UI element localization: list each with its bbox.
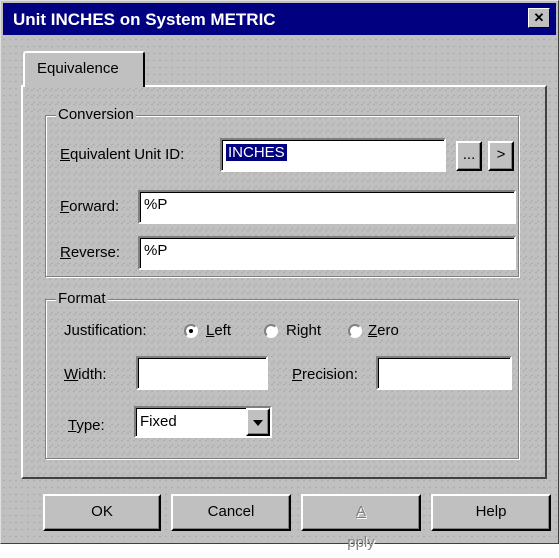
browse-button[interactable]: ... xyxy=(456,141,482,171)
radio-right-indicator xyxy=(264,324,278,338)
radio-left-indicator xyxy=(184,324,198,338)
format-group: Format Justification: Left Right Zero Wi… xyxy=(45,290,519,459)
help-button[interactable]: Help xyxy=(431,494,551,531)
radio-left-label: Left xyxy=(206,322,232,339)
equivalent-unit-field[interactable]: INCHES xyxy=(220,138,446,172)
radio-right[interactable]: Right xyxy=(264,322,348,342)
equivalent-unit-label: Equivalent Unit ID: xyxy=(60,146,185,163)
format-legend: Format xyxy=(56,290,108,307)
type-label: Type: xyxy=(68,417,105,434)
equivalent-unit-value: INCHES xyxy=(226,144,287,161)
justification-label: Justification: xyxy=(64,322,147,339)
type-select[interactable]: Fixed xyxy=(134,406,272,438)
forward-field[interactable]: %P xyxy=(138,190,516,224)
radio-zero-label: Zero xyxy=(368,322,399,339)
dialog-window: Unit INCHES on System METRIC ✕ Equivalen… xyxy=(0,0,559,551)
reverse-value: %P xyxy=(144,242,168,259)
precision-field[interactable] xyxy=(376,356,512,390)
reverse-field[interactable]: %P xyxy=(138,236,516,270)
chevron-down-icon xyxy=(253,420,263,426)
reverse-label: Reverse: xyxy=(60,244,121,261)
precision-label: Precision: xyxy=(292,366,358,383)
close-icon: ✕ xyxy=(533,10,545,25)
conversion-legend: Conversion xyxy=(56,106,136,123)
tab-equivalence[interactable]: Equivalence xyxy=(23,51,145,87)
type-value: Fixed xyxy=(140,413,177,430)
width-field[interactable] xyxy=(136,356,268,390)
cancel-button[interactable]: Cancel xyxy=(171,494,291,531)
tab-panel: Conversion Equivalent Unit ID: INCHES ..… xyxy=(21,85,547,479)
tab-label: Equivalence xyxy=(37,60,119,77)
title-bar: Unit INCHES on System METRIC ✕ xyxy=(3,3,556,35)
forward-value: %P xyxy=(144,196,168,213)
ok-button[interactable]: OK xyxy=(43,494,161,531)
radio-zero[interactable]: Zero xyxy=(348,322,428,342)
radio-right-label: Right xyxy=(286,322,322,339)
type-dropdown-button[interactable] xyxy=(246,408,270,436)
goto-button[interactable]: > xyxy=(488,141,514,171)
apply-button: Apply xyxy=(301,494,421,551)
window-title: Unit INCHES on System METRIC xyxy=(13,10,276,29)
forward-label: Forward: xyxy=(60,198,120,215)
radio-zero-indicator xyxy=(348,324,362,338)
width-label: Width: xyxy=(64,366,107,383)
radio-left[interactable]: Left xyxy=(184,322,264,342)
conversion-group: Conversion Equivalent Unit ID: INCHES ..… xyxy=(45,106,519,277)
close-button[interactable]: ✕ xyxy=(528,8,550,28)
